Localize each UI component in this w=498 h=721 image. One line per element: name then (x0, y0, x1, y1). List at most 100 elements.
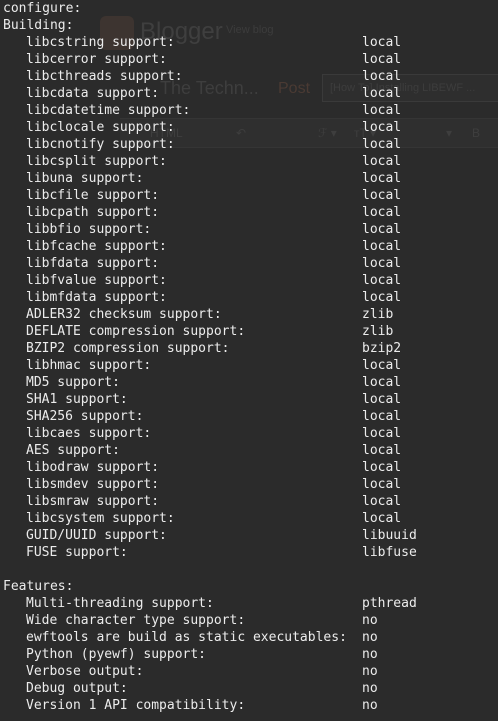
feature-row: Debug output: no (0, 680, 498, 697)
building-row: libcdata support: local (0, 85, 498, 102)
building-row: libcpath support: local (0, 204, 498, 221)
option-value: local (362, 171, 402, 186)
building-row: libbfio support: local (0, 221, 498, 238)
option-label: SHA1 support: (26, 392, 128, 407)
option-label: libhmac support: (26, 358, 152, 373)
option-value: local (362, 103, 402, 118)
feature-row: Version 1 API compatibility: no (0, 697, 498, 714)
option-value: local (362, 358, 402, 373)
option-label: libclocale support: (26, 120, 175, 135)
feature-value: no (362, 681, 378, 696)
building-row: libuna support: local (0, 170, 498, 187)
option-value: local (362, 137, 402, 152)
option-label: ADLER32 checksum support: (26, 307, 222, 322)
option-value: libuuid (362, 528, 417, 543)
option-label: libfcache support: (26, 239, 167, 254)
option-label: libbfio support: (26, 222, 152, 237)
option-value: local (362, 443, 402, 458)
features-label: Features: (3, 579, 74, 594)
option-value: local (362, 35, 402, 50)
option-label: BZIP2 compression support: (26, 341, 230, 356)
building-row: ADLER32 checksum support: zlib (0, 306, 498, 323)
building-row: libhmac support: local (0, 357, 498, 374)
option-value: local (362, 290, 402, 305)
option-label: libcnotify support: (26, 137, 175, 152)
building-row: libmfdata support: local (0, 289, 498, 306)
option-label: libcfile support: (26, 188, 160, 203)
configure-line: configure: (0, 0, 498, 17)
building-label: Building: (3, 18, 74, 33)
option-value: local (362, 477, 402, 492)
option-value: local (362, 273, 402, 288)
feature-value: no (362, 630, 378, 645)
option-value: local (362, 154, 402, 169)
configure-label: configure: (3, 1, 82, 16)
feature-label: Python (pyewf) support: (26, 647, 207, 662)
building-row: libcsplit support: local (0, 153, 498, 170)
building-row: libcnotify support: local (0, 136, 498, 153)
option-value: local (362, 392, 402, 407)
option-value: local (362, 409, 402, 424)
feature-value: no (362, 647, 378, 662)
option-label: libcpath support: (26, 205, 160, 220)
option-value: local (362, 239, 402, 254)
option-label: libcerror support: (26, 52, 167, 67)
option-value: local (362, 375, 402, 390)
feature-row: Wide character type support: no (0, 612, 498, 629)
building-row: SHA256 support: local (0, 408, 498, 425)
building-row: SHA1 support: local (0, 391, 498, 408)
building-row: libclocale support: local (0, 119, 498, 136)
option-value: local (362, 120, 402, 135)
building-row: libfvalue support: local (0, 272, 498, 289)
option-label: libfvalue support: (26, 273, 167, 288)
option-value: local (362, 69, 402, 84)
option-value: zlib (362, 324, 394, 339)
building-row: AES support: local (0, 442, 498, 459)
feature-value: no (362, 698, 378, 713)
option-value: bzip2 (362, 341, 402, 356)
building-header: Building: (0, 17, 498, 34)
option-label: libfdata support: (26, 256, 160, 271)
option-label: libcdatetime support: (26, 103, 191, 118)
option-value: local (362, 205, 402, 220)
building-row: libcerror support: local (0, 51, 498, 68)
option-value: local (362, 86, 402, 101)
option-label: libcsplit support: (26, 154, 167, 169)
option-value: local (362, 188, 402, 203)
feature-row: Python (pyewf) support: no (0, 646, 498, 663)
option-value: zlib (362, 307, 394, 322)
option-label: FUSE support: (26, 545, 128, 560)
option-label: libmfdata support: (26, 290, 167, 305)
option-label: libcsystem support: (26, 511, 175, 526)
option-label: libodraw support: (26, 460, 160, 475)
option-label: libcaes support: (26, 426, 152, 441)
building-row: GUID/UUID support: libuuid (0, 527, 498, 544)
option-value: local (362, 256, 402, 271)
option-label: DEFLATE compression support: (26, 324, 246, 339)
option-label: libcdata support: (26, 86, 160, 101)
feature-row: Verbose output: no (0, 663, 498, 680)
building-row: MD5 support: local (0, 374, 498, 391)
option-label: libcthreads support: (26, 69, 183, 84)
option-label: libsmdev support: (26, 477, 160, 492)
building-row: libfcache support: local (0, 238, 498, 255)
feature-label: Debug output: (26, 681, 128, 696)
building-row: libcstring support: local (0, 34, 498, 51)
option-label: MD5 support: (26, 375, 120, 390)
building-row: libcthreads support: local (0, 68, 498, 85)
option-label: SHA256 support: (26, 409, 144, 424)
option-value: local (362, 494, 402, 509)
features-header: Features: (0, 578, 498, 595)
building-row: libcfile support: local (0, 187, 498, 204)
feature-value: no (362, 613, 378, 628)
building-row: libcsystem support: local (0, 510, 498, 527)
building-row: FUSE support: libfuse (0, 544, 498, 561)
feature-label: Multi-threading support: (26, 596, 214, 611)
option-value: local (362, 52, 402, 67)
option-label: libuna support: (26, 171, 144, 186)
terminal-output[interactable]: configure: Building: libcstring support:… (0, 0, 498, 721)
building-row: libcdatetime support: local (0, 102, 498, 119)
option-label: AES support: (26, 443, 120, 458)
option-value: local (362, 511, 402, 526)
feature-label: ewftools are build as static executables… (26, 630, 347, 645)
